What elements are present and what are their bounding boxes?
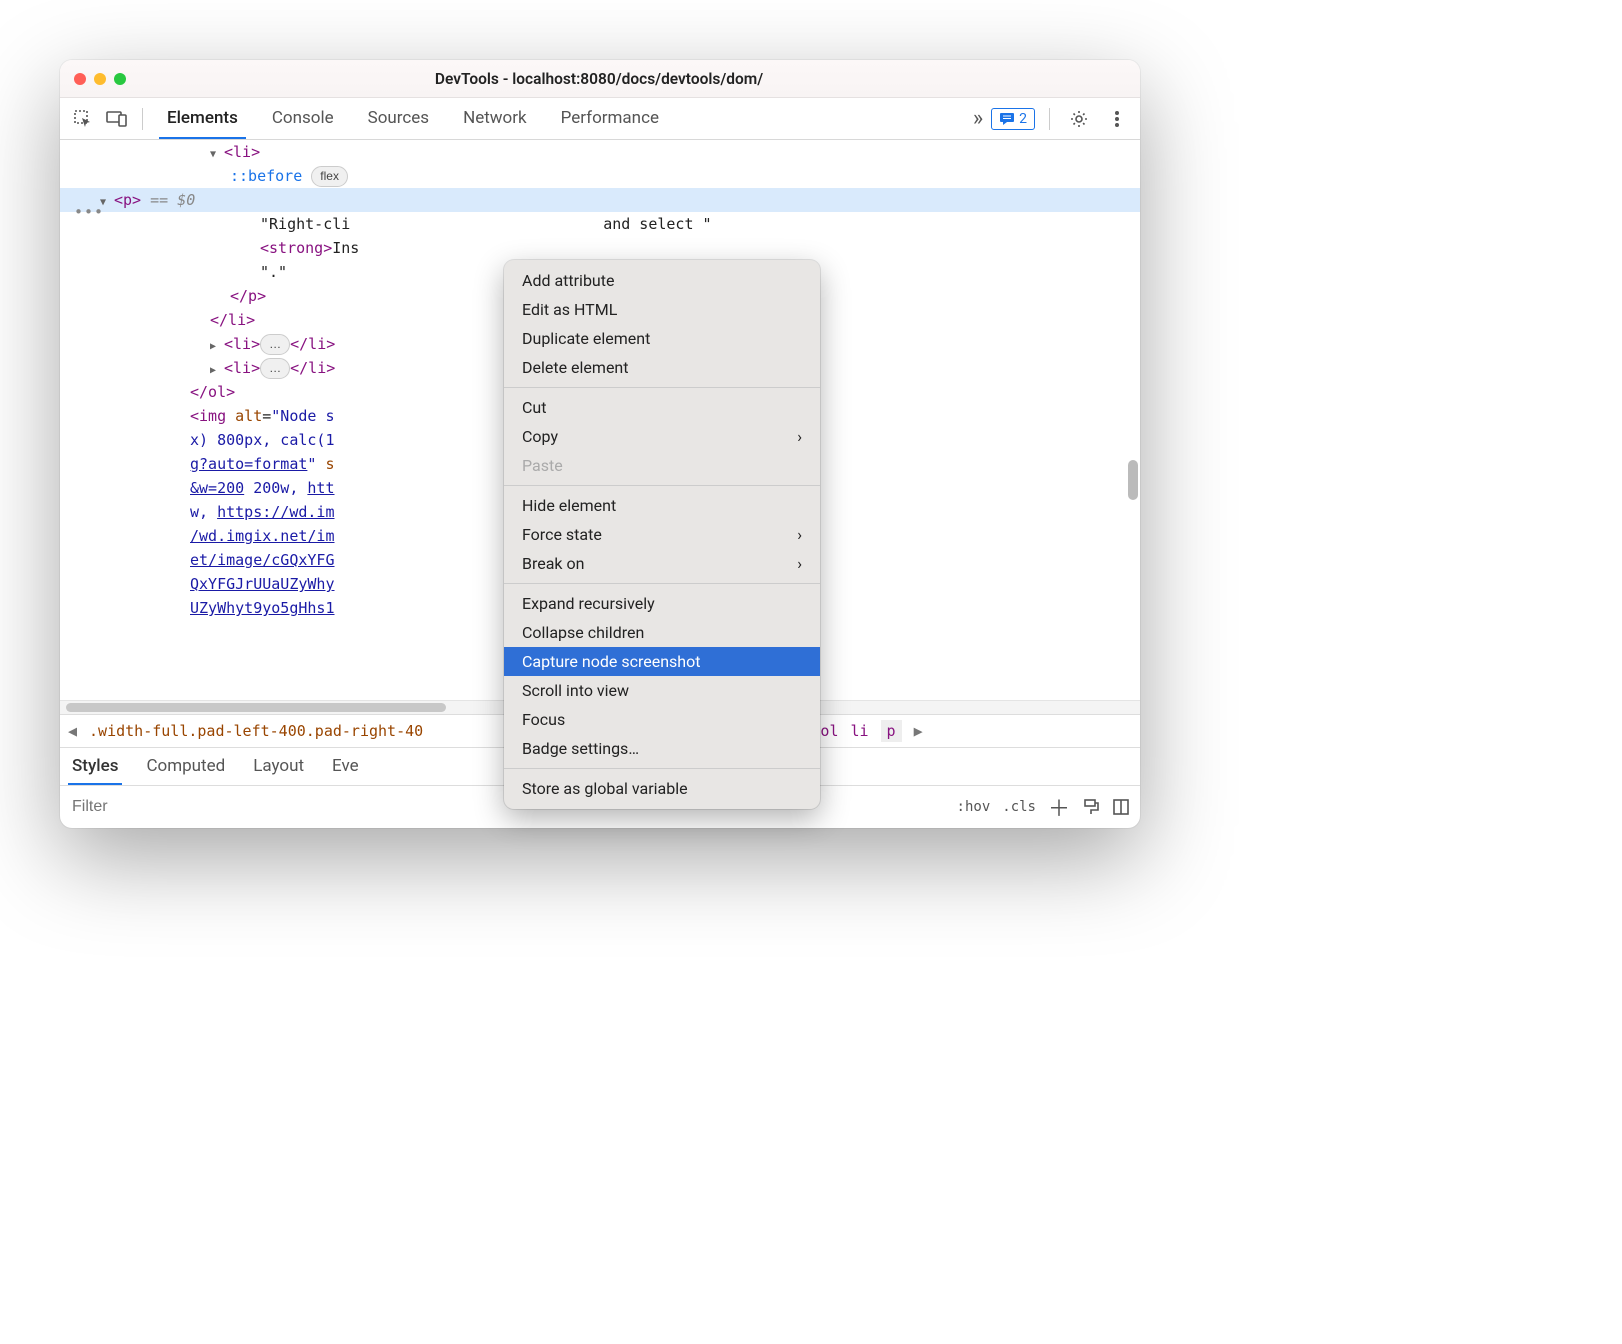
ctx-scroll-into-view[interactable]: Scroll into view [504, 676, 820, 705]
dom-node[interactable]: <li> [224, 143, 260, 161]
pseudo-before[interactable]: ::before [230, 167, 302, 185]
ellipsis-badge[interactable]: … [260, 358, 290, 379]
url-link[interactable]: et/image/cGQxYFG [190, 551, 335, 569]
kebab-menu-icon[interactable] [1102, 104, 1132, 134]
toolbar: Elements Console Sources Network Perform… [60, 98, 1140, 140]
url-link[interactable]: htt [307, 479, 334, 497]
ctx-badge-settings[interactable]: Badge settings… [504, 734, 820, 763]
dom-node[interactable]: </ol> [190, 383, 235, 401]
device-toolbar-icon[interactable] [102, 104, 132, 134]
breadcrumb-item[interactable]: ol [820, 722, 838, 740]
devtools-window: DevTools - localhost:8080/docs/devtools/… [60, 60, 1140, 828]
ctx-paste: Paste [504, 451, 820, 480]
url-link[interactable]: UZyWhyt9yo5gHhs1 [190, 599, 335, 617]
panel-tabs: Elements Console Sources Network Perform… [159, 98, 667, 139]
scroll-right-icon[interactable]: ▶ [914, 722, 923, 740]
row-actions-icon[interactable]: ••• [74, 200, 104, 224]
url-link[interactable]: https://wd.im [217, 503, 334, 521]
vertical-scrollbar[interactable] [1128, 460, 1138, 500]
ctx-copy[interactable]: Copy› [504, 422, 820, 451]
collapsed-node[interactable]: <li> [224, 335, 260, 353]
tab-sources[interactable]: Sources [360, 98, 437, 139]
submenu-arrow-icon: › [797, 554, 802, 573]
tab-performance[interactable]: Performance [553, 98, 667, 139]
breadcrumb-item[interactable]: .width-full.pad-left-400.pad-right-40 [89, 722, 423, 740]
collapsed-node[interactable]: <li> [224, 359, 260, 377]
new-style-rule-icon[interactable]: ＋ [1048, 791, 1070, 823]
more-tabs-icon[interactable]: » [973, 106, 983, 131]
ellipsis-badge[interactable]: … [260, 334, 290, 355]
cls-toggle[interactable]: .cls [1002, 799, 1036, 815]
submenu-arrow-icon: › [797, 525, 802, 544]
context-menu: Add attribute Edit as HTML Duplicate ele… [504, 260, 820, 809]
ctx-expand-recursively[interactable]: Expand recursively [504, 589, 820, 618]
tab-network[interactable]: Network [455, 98, 535, 139]
url-link[interactable]: QxYFGJrUUaUZyWhy [190, 575, 335, 593]
ctx-focus[interactable]: Focus [504, 705, 820, 734]
hov-toggle[interactable]: :hov [957, 799, 991, 815]
url-link[interactable]: g?auto=format [190, 455, 307, 473]
text-node[interactable]: and select " [603, 215, 711, 233]
titlebar: DevTools - localhost:8080/docs/devtools/… [60, 60, 1140, 98]
text-node[interactable]: Ins [332, 239, 359, 257]
issues-count: 2 [1019, 111, 1027, 127]
dom-node[interactable]: <strong> [260, 239, 332, 257]
ctx-capture-node-screenshot[interactable]: Capture node screenshot [504, 647, 820, 676]
filter-input[interactable] [70, 797, 270, 817]
ctx-delete-element[interactable]: Delete element [504, 353, 820, 382]
url-link[interactable]: &w=200 [190, 479, 244, 497]
settings-icon[interactable] [1064, 104, 1094, 134]
selection-marker: == $0 [150, 191, 195, 209]
ctx-add-attribute[interactable]: Add attribute [504, 266, 820, 295]
breadcrumb-item[interactable]: li [850, 722, 868, 740]
dom-node[interactable]: </li> [210, 311, 255, 329]
dom-selected-node[interactable]: <p> [114, 191, 141, 209]
ctx-break-on[interactable]: Break on› [504, 549, 820, 578]
ctx-edit-as-html[interactable]: Edit as HTML [504, 295, 820, 324]
text-node[interactable]: "Right-cli [260, 215, 350, 233]
subtab-computed[interactable]: Computed [142, 748, 229, 785]
ctx-store-global[interactable]: Store as global variable [504, 774, 820, 803]
url-link[interactable]: /wd.imgix.net/im [190, 527, 335, 545]
tab-console[interactable]: Console [264, 98, 342, 139]
ctx-cut[interactable]: Cut [504, 393, 820, 422]
img-node[interactable]: <img [190, 407, 226, 425]
tab-elements[interactable]: Elements [159, 98, 246, 139]
paint-icon[interactable] [1082, 798, 1100, 816]
subtab-events-cut[interactable]: Eve [328, 748, 363, 785]
ctx-force-state[interactable]: Force state› [504, 520, 820, 549]
dom-node[interactable]: </p> [230, 287, 266, 305]
computed-panel-icon[interactable] [1112, 798, 1130, 816]
subtab-styles[interactable]: Styles [68, 748, 122, 785]
breadcrumb-item[interactable]: p [881, 720, 902, 742]
ctx-collapse-children[interactable]: Collapse children [504, 618, 820, 647]
submenu-arrow-icon: › [797, 427, 802, 446]
ctx-duplicate-element[interactable]: Duplicate element [504, 324, 820, 353]
chat-icon [999, 112, 1015, 126]
inspect-icon[interactable] [68, 104, 98, 134]
scroll-left-icon[interactable]: ◀ [68, 722, 77, 740]
flex-badge[interactable]: flex [311, 166, 348, 187]
ctx-hide-element[interactable]: Hide element [504, 491, 820, 520]
issues-badge[interactable]: 2 [991, 108, 1035, 130]
subtab-layout[interactable]: Layout [249, 748, 308, 785]
text-node[interactable]: "." [260, 263, 287, 281]
window-title: DevTools - localhost:8080/docs/devtools/… [72, 70, 1126, 88]
